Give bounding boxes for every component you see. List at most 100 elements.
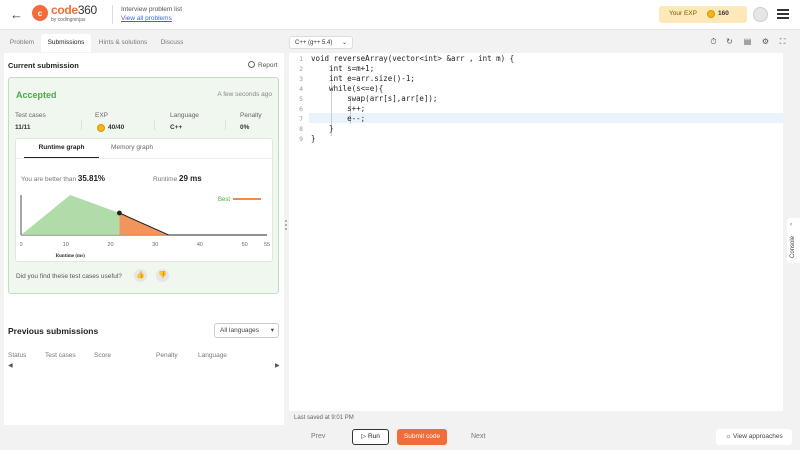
line-number: 6 — [299, 105, 303, 113]
column-penalty: Penalty — [156, 352, 178, 359]
run-button[interactable]: ▷ Run — [352, 429, 389, 445]
stat-divider — [81, 120, 82, 130]
column-language: Language — [198, 352, 227, 359]
coin-icon — [707, 10, 715, 18]
tab-discuss[interactable]: Discuss — [155, 34, 189, 52]
x-tick-label: 30 — [152, 242, 158, 248]
x-tick-label: 10 — [63, 242, 69, 248]
report-label: Report — [258, 62, 278, 69]
tab-hints-solutions[interactable]: Hints & solutions — [92, 34, 154, 52]
stat-label-penalty: Penalty — [240, 112, 262, 119]
view-approaches-button[interactable]: ☼ View approaches — [716, 429, 792, 445]
last-saved-status: Last saved at 9:01 PM — [294, 415, 354, 421]
x-tick-label: 20 — [107, 242, 113, 248]
previous-submissions-title: Previous submissions — [8, 326, 99, 336]
hamburger-menu-icon[interactable] — [777, 9, 789, 19]
reset-icon[interactable]: ↻ — [725, 37, 734, 46]
code-line[interactable]: } — [311, 124, 334, 133]
x-tick-label: 0 — [20, 242, 23, 248]
thumbs-down-icon[interactable]: 👎 — [156, 269, 169, 282]
code360-logo-icon[interactable]: c — [32, 5, 48, 21]
thumbs-up-icon[interactable]: 👍 — [134, 269, 147, 282]
code-line[interactable]: swap(arr[s],arr[e]); — [311, 94, 437, 103]
tab-problem[interactable]: Problem — [4, 34, 40, 52]
run-label: Run — [367, 433, 380, 440]
timer-icon[interactable]: ⏱ — [709, 37, 718, 46]
stat-divider — [154, 120, 155, 130]
brand-subtitle: by codingninjas — [51, 17, 86, 23]
x-axis-label: Runtime (ms) — [56, 254, 86, 259]
line-number: 4 — [299, 85, 303, 93]
chevron-down-icon: ⌄ — [341, 40, 347, 46]
back-arrow-icon[interactable]: ← — [10, 8, 23, 21]
better-than-value: 35.81% — [77, 174, 106, 183]
view-approaches-label: View approaches — [733, 433, 783, 440]
area-faster — [21, 195, 120, 235]
line-number: 7 — [299, 115, 303, 123]
graph-tabs-divider — [16, 158, 274, 159]
better-than-text: You are better than 35.81% — [21, 174, 105, 183]
language-filter-label: All languages — [220, 327, 260, 334]
graph-card: Runtime graph Memory graph You are bette… — [15, 138, 274, 262]
exp-value: 160 — [718, 10, 729, 17]
coin-icon — [97, 124, 105, 132]
panel-resize-handle-icon[interactable] — [284, 220, 288, 234]
lightbulb-icon: ☼ — [725, 433, 732, 440]
x-tick-label: 55 — [264, 242, 270, 248]
code-line[interactable]: void reverseArray(vector<int> &arr , int… — [311, 54, 514, 63]
scroll-right-icon[interactable]: ▶ — [275, 362, 280, 369]
language-selector[interactable]: C++ (g++ 5.4) ⌄ — [289, 36, 353, 49]
exp-badge[interactable]: Your EXP 160 — [659, 6, 747, 23]
column-status: Status — [8, 352, 27, 359]
current-submission-title: Current submission — [8, 61, 79, 70]
tab-submissions[interactable]: Submissions — [41, 34, 91, 52]
settings-gear-icon[interactable]: ⚙ — [761, 37, 770, 46]
submission-time: A few seconds ago — [217, 91, 272, 98]
legend-label: Best — [218, 197, 230, 203]
view-all-problems-link[interactable]: View all problems — [121, 15, 172, 22]
tab-runtime-graph[interactable]: Runtime graph — [24, 144, 99, 158]
runtime-marker — [117, 210, 122, 216]
legend-swatch — [233, 198, 261, 200]
code-line[interactable]: s++; — [311, 104, 365, 113]
top-bar: ← c code360 by codingninjas Interview pr… — [0, 0, 800, 30]
column-score: Score — [94, 352, 111, 359]
status-badge: Accepted — [16, 90, 57, 100]
line-number: 3 — [299, 75, 303, 83]
stat-value-exp: 40/40 — [108, 124, 125, 131]
code-line[interactable]: int s=m+1; — [311, 64, 374, 73]
notes-icon[interactable]: ▤ — [743, 37, 752, 46]
line-number: 5 — [299, 95, 303, 103]
prev-button[interactable]: Prev — [311, 433, 325, 440]
code-line[interactable]: while(s<=e){ — [311, 84, 383, 93]
report-button[interactable]: Report — [248, 61, 278, 69]
scroll-left-icon[interactable]: ◀ — [8, 362, 13, 369]
language-selector-label: C++ (g++ 5.4) — [295, 40, 333, 46]
stat-label-language: Language — [170, 112, 199, 119]
brand-name[interactable]: code360 — [51, 3, 97, 17]
header-divider — [112, 5, 113, 24]
current-line-highlight — [309, 113, 783, 123]
code-editor[interactable]: 1 2 3 4 5 6 7 8 9 void reverseArray(vect… — [289, 53, 783, 411]
useful-question: Did you find these test cases useful? — [16, 273, 122, 280]
stat-value-language: C++ — [170, 124, 183, 131]
fullscreen-icon[interactable]: ⛶ — [778, 37, 787, 46]
code-line[interactable]: int e=arr.size()-1; — [311, 74, 415, 83]
stat-label-test-cases: Test cases — [15, 112, 46, 119]
code-line[interactable]: e--; — [311, 114, 365, 123]
line-number: 2 — [299, 65, 303, 73]
line-number: 9 — [299, 135, 303, 143]
runtime-chart: Best 0 10 20 30 40 50 55 Runtime (ms) — [20, 195, 270, 259]
chevron-down-icon: ▾ — [270, 327, 274, 334]
tab-memory-graph[interactable]: Memory graph — [99, 144, 165, 158]
x-tick-label: 40 — [197, 242, 203, 248]
stat-value-penalty: 0% — [240, 124, 250, 131]
language-filter-dropdown[interactable]: All languages ▾ — [214, 323, 279, 338]
next-button[interactable]: Next — [471, 433, 485, 440]
info-icon — [248, 61, 255, 68]
avatar[interactable] — [753, 7, 768, 22]
stat-label-exp: EXP — [95, 112, 109, 119]
code-line[interactable]: } — [311, 134, 316, 143]
console-toggle[interactable]: Console — [787, 218, 800, 263]
submit-code-button[interactable]: Submit code — [397, 429, 447, 445]
